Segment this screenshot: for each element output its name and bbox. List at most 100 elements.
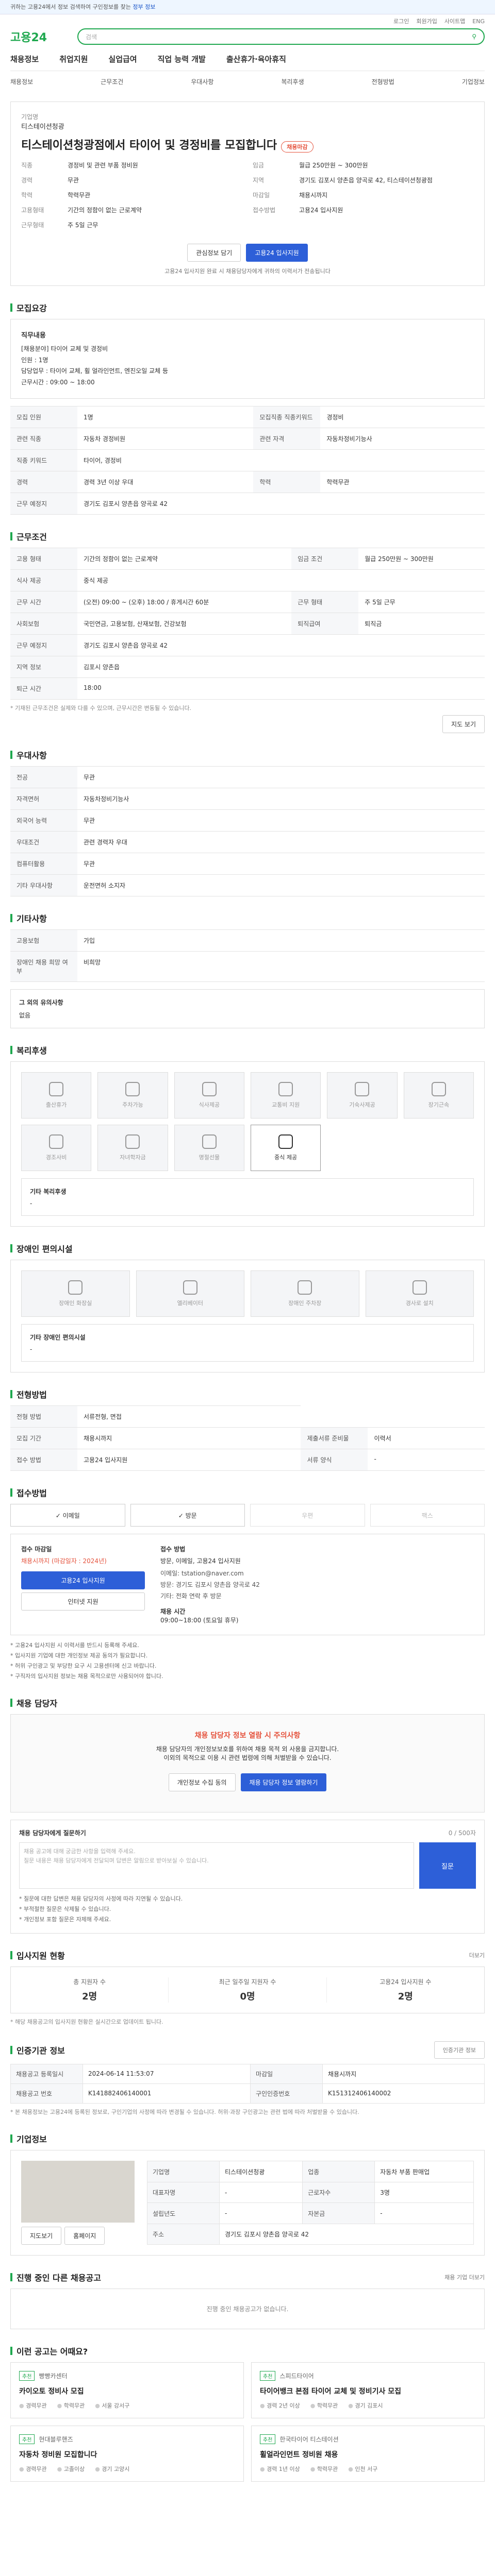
- util-login[interactable]: 로그인: [393, 17, 409, 25]
- rec-company-row: 추천 빵빵카센터: [19, 2371, 235, 2381]
- notice-link[interactable]: 정부 정보: [133, 4, 155, 10]
- row-label: 자격면허: [10, 788, 77, 810]
- tab-welfare[interactable]: 복리후생: [281, 77, 304, 86]
- info-value: 학력무관: [68, 192, 91, 199]
- recommend-card[interactable]: 추천한국타이어 티스테이션휠얼라인먼트 정비원 채용경력 1년 이상 학력무관 인천…: [251, 2426, 485, 2482]
- info-row: 경력 무관: [21, 173, 242, 188]
- site-logo[interactable]: 고용24: [10, 28, 77, 45]
- info-key: 지역: [253, 177, 265, 184]
- row-value: K141882406140001: [82, 2083, 251, 2104]
- util-eng[interactable]: ENG: [472, 18, 485, 25]
- row-label: 대표자명: [147, 2181, 220, 2204]
- job-summary: 기업명 티스테이션청광 티스테이션청광점에서 타이어 및 경정비를 모집합니다 채…: [10, 101, 485, 286]
- tab-recruit[interactable]: 채용정보: [10, 77, 33, 86]
- notice-text: 귀하는 고용24에서 정보 검색하여 구인정보를 찾는: [10, 4, 131, 10]
- row-label: 근무 형태: [291, 591, 359, 614]
- otherjobs-more-button[interactable]: 채용 기업 더보기: [444, 2273, 485, 2281]
- rec-company-row: 추천 한국타이어 티스테이션: [260, 2434, 476, 2445]
- table-row: 근무 시간 (오전) 09:00 ~ (오후) 18:00 / 휴게시간 60분 근…: [10, 591, 485, 614]
- welfare-icon: [125, 1082, 140, 1097]
- row-label: 근무 예정지: [10, 493, 77, 515]
- util-sitemap[interactable]: 사이트맵: [444, 17, 465, 25]
- apply-method: 우편: [250, 1504, 365, 1527]
- row-label: 퇴직급여: [291, 613, 359, 635]
- tab-company[interactable]: 기업정보: [462, 77, 485, 86]
- consent-button[interactable]: 개인정보 수집 동의: [168, 1773, 236, 1792]
- section-title: 이런 공고는 어때요?: [16, 2347, 88, 2357]
- question-textarea[interactable]: 채용 공고에 대해 궁금한 사항을 입력해 주세요. 질문 내용은 채용 담당자…: [19, 1842, 414, 1889]
- rec-meta-item: 학력무관: [57, 2401, 85, 2410]
- company-image-area: 지도보기 홈페이지: [21, 2161, 135, 2245]
- map-button[interactable]: 지도 보기: [442, 715, 485, 734]
- note-item: * 개인정보 포함 질문은 자제해 주세요.: [19, 1916, 111, 1923]
- search-input[interactable]: 검색 ⚲: [77, 28, 485, 45]
- section-title: 진행 중인 다른 채용공고: [16, 2273, 101, 2283]
- welfare-label: 명절선물: [199, 1154, 220, 1161]
- nav-leave[interactable]: 출산휴가·육아휴직: [226, 54, 286, 64]
- company-home-button[interactable]: 홈페이지: [64, 2227, 105, 2245]
- row-label: 관련 직종: [10, 428, 77, 450]
- info-button[interactable]: 인증기관 정보: [434, 2041, 485, 2059]
- scrap-button[interactable]: 관심정보 담기: [187, 244, 241, 262]
- info-table: 채용공고 등록일시 2024-06-14 11:53:07 마감일 채용시까지 채용공고…: [10, 2063, 485, 2104]
- tab-process[interactable]: 전형방법: [372, 77, 394, 86]
- nav-benefit[interactable]: 실업급여: [108, 54, 137, 64]
- status-more-button[interactable]: 더보기: [469, 1951, 485, 1959]
- section-title: 기타사항: [16, 914, 47, 924]
- table-row: 식사 제공 중식 제공: [10, 569, 485, 592]
- recommend-card[interactable]: 추천 현대블루핸즈자동차 정비원 모집합니다경력무관 고졸이상 경기 고양시: [10, 2426, 244, 2482]
- facility-icon: [412, 1280, 427, 1295]
- rec-meta: 경력무관 고졸이상 경기 고양시: [19, 2465, 235, 2473]
- row-label: 학력: [253, 471, 321, 494]
- recommend-card[interactable]: 추천 빵빵카센터카이오토 정비사 모집경력무관 학력무관 서울 강서구: [10, 2362, 244, 2419]
- rec-meta: 경력 1년 이상 학력무관 인천 서구: [260, 2465, 476, 2473]
- apply-online-button[interactable]: 고용24 입사지원: [21, 1571, 145, 1590]
- rec-company-row: 추천 스피드타이어: [260, 2371, 476, 2381]
- method-value: 방문, 이메일, 고용24 입사지원: [160, 1557, 241, 1565]
- apply-web-button[interactable]: 인터넷 지원: [21, 1592, 145, 1611]
- welfare-tile: 출산휴가: [21, 1072, 92, 1119]
- nav-job[interactable]: 채용정보: [10, 54, 39, 64]
- row-value: 18:00: [77, 677, 485, 700]
- table-row: 기타 우대사항 운전면허 소지자: [10, 874, 485, 897]
- util-join[interactable]: 회원가입: [416, 17, 437, 25]
- tab-preference[interactable]: 우대사항: [191, 77, 213, 86]
- recruit-table: 모집 인원 1명 모집직종 직종키워드 경정비 관련 직종 자동차 경정비원 관련 자격 자동…: [10, 406, 485, 515]
- nav-training[interactable]: 직업 능력 개발: [158, 54, 206, 64]
- welfare-icon: [49, 1134, 64, 1149]
- row-label: 경력: [10, 471, 77, 494]
- facility-label: 경사로 설치: [405, 1300, 434, 1307]
- view-manager-button[interactable]: 채용 담당자 정보 열람하기: [240, 1773, 327, 1792]
- question-submit-button[interactable]: 질문: [419, 1842, 476, 1889]
- info-value: 경기도 김포시 양촌읍 양곡로 42, 티스테이션청광점: [299, 177, 433, 184]
- tab-condition[interactable]: 근무조건: [101, 77, 123, 86]
- welfare-label: 기숙사제공: [349, 1101, 375, 1109]
- apply-note: 고용24 입사지원 완료 시 채용담당자에게 귀하의 이력서가 전송됩니다: [164, 268, 331, 275]
- welfare-label: 자녀학자금: [120, 1154, 146, 1161]
- disabled-extra: 기타 장애인 편의시설 -: [21, 1324, 474, 1362]
- row-value: 김포시 양촌읍: [77, 656, 485, 679]
- rec-company-row: 추천 현대블루핸즈: [19, 2434, 235, 2445]
- info-row: 고용형태 기간의 정함이 없는 근로계약: [21, 202, 242, 217]
- welfare-tile: 중식 제공: [250, 1125, 321, 1172]
- desc-label: 직무내용: [21, 332, 46, 340]
- stat-label: 고용24 입사지원 수: [380, 1978, 432, 1986]
- row-label: 접수 방법: [10, 1449, 77, 1471]
- row-value: 관련 경력자 우대: [77, 831, 485, 854]
- row-value: 자동차 경정비원: [77, 428, 254, 450]
- apply-button[interactable]: 고용24 입사지원: [246, 244, 308, 262]
- search-icon[interactable]: ⚲: [472, 33, 476, 40]
- table-row: 퇴근 시간 18:00: [10, 677, 485, 700]
- job-title: 티스테이션청광점에서 타이어 및 경정비를 모집합니다 채용마감: [21, 131, 474, 158]
- row-value: 기간의 정함이 없는 근로계약: [77, 548, 292, 570]
- stat-value: 0명: [240, 1991, 255, 2002]
- rec-meta-item: 경기 김포시: [348, 2401, 383, 2410]
- question-notes: * 질문에 대한 답변은 채용 담당자의 사정에 따라 지연될 수 있습니다. *…: [19, 1894, 476, 1924]
- company-map-button[interactable]: 지도보기: [21, 2227, 62, 2245]
- table-row: 채용공고 등록일시 2024-06-14 11:53:07 마감일 채용시까지: [10, 2063, 485, 2084]
- recommend-card[interactable]: 추천스피드타이어타이어뱅크 본점 타이어 교체 및 정비기사 모집경력 2년 이…: [251, 2362, 485, 2419]
- info-value: 고용24 입사지원: [299, 207, 343, 214]
- info-key: 직종: [21, 162, 33, 169]
- table-row: 기업명 티스테이션청광 업종 자동차 부품 판매업: [147, 2161, 474, 2182]
- nav-support[interactable]: 취업지원: [59, 54, 88, 64]
